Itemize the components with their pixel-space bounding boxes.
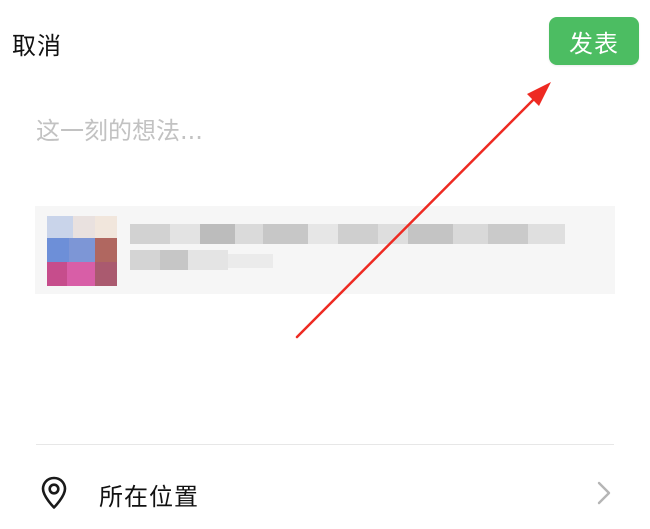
thoughts-input[interactable] <box>36 117 596 145</box>
location-label: 所在位置 <box>99 483 199 511</box>
location-pin-icon <box>41 476 67 509</box>
divider <box>36 444 614 445</box>
chevron-right-icon <box>597 481 611 505</box>
shared-link-card[interactable] <box>35 206 615 294</box>
link-thumbnail <box>47 216 117 286</box>
link-text-blurred <box>130 224 570 284</box>
cancel-button[interactable]: 取消 <box>12 26 62 61</box>
publish-button[interactable]: 发表 <box>549 17 639 65</box>
location-row[interactable]: 所在位置 <box>36 452 616 529</box>
